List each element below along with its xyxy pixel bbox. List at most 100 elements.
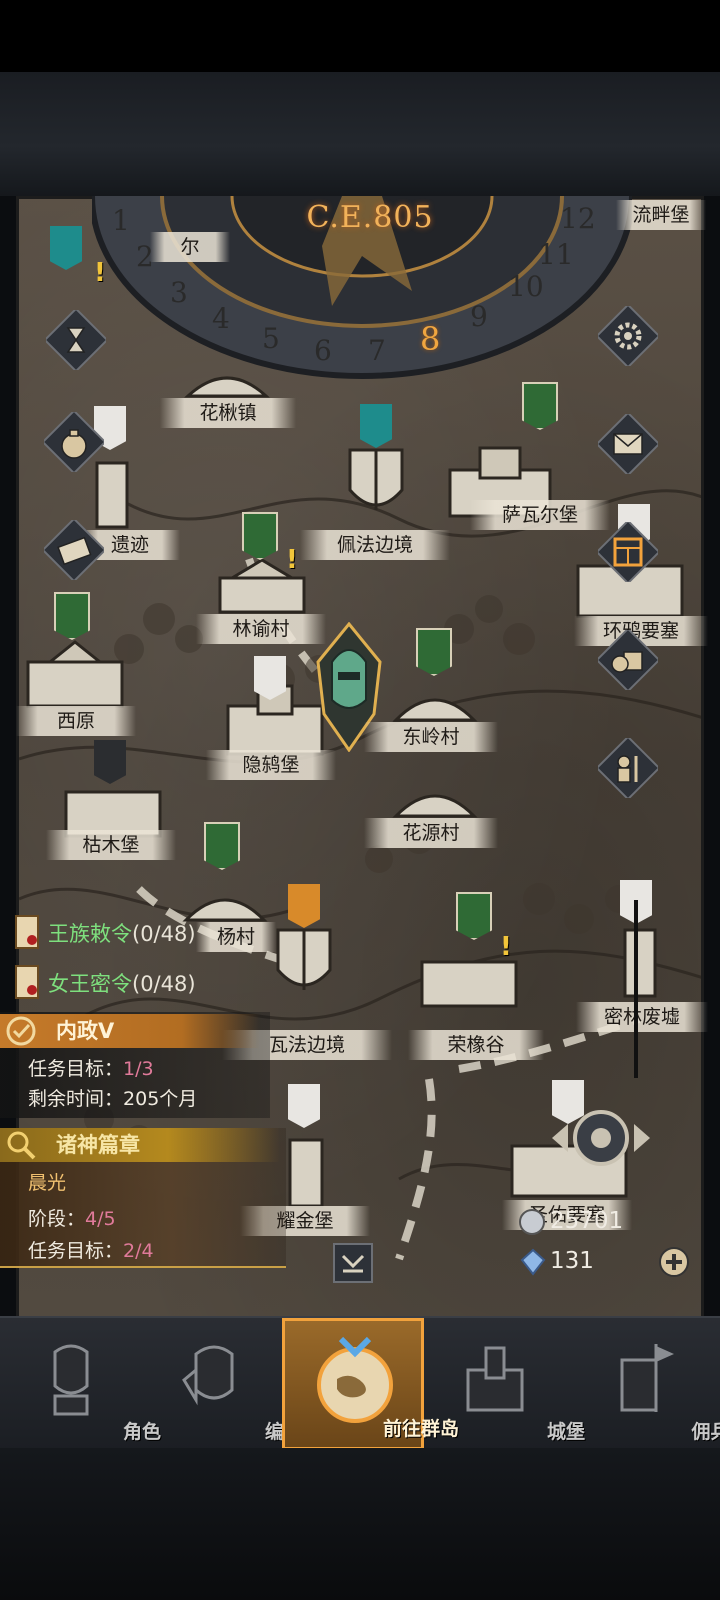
year-label: C.E.805 [306, 200, 434, 235]
formation-helmet-icon [182, 1345, 234, 1406]
border-shield-icon[interactable] [330, 440, 422, 530]
month-10[interactable]: 10 [508, 270, 544, 303]
nav-mercenary[interactable]: 佣兵团 [566, 1318, 720, 1450]
calendar-grid-icon[interactable] [598, 522, 658, 582]
top-frame [0, 72, 720, 196]
location-label[interactable]: 萨瓦尔堡 [470, 500, 610, 530]
village-icon[interactable] [390, 776, 480, 820]
faction-banner [288, 1084, 320, 1128]
money-bag-icon[interactable] [44, 412, 104, 472]
faction-banner [50, 226, 82, 270]
faction-banner [254, 656, 286, 700]
faction-banner [204, 822, 240, 870]
queen-secret-count: (0/48) [132, 972, 196, 996]
royal-decree-label: 王族敕令 [48, 922, 132, 946]
gods-target-label: 任务目标： [28, 1240, 124, 1262]
location-label[interactable]: 花源村 [364, 818, 498, 848]
domestic-target-value: 1/3 [123, 1058, 154, 1080]
gods-target: 任务目标：2/4 [28, 1236, 154, 1263]
domestic-panel-header[interactable]: 内政V [0, 1014, 260, 1048]
month-7[interactable]: 7 [368, 334, 386, 367]
queen-secret-quest[interactable]: 女王密令(0/48) [48, 968, 196, 1008]
month-1[interactable]: 1 [112, 204, 130, 237]
village-icon[interactable] [182, 360, 272, 400]
status-bar-area [0, 0, 720, 72]
mail-icon[interactable] [598, 414, 658, 474]
faction-banner [288, 884, 320, 928]
nav-character[interactable]: 角色 [0, 1318, 161, 1450]
gods-target-value: 2/4 [123, 1240, 154, 1262]
nav-formation[interactable]: 编队 [142, 1318, 303, 1450]
faction-banner [522, 382, 558, 430]
map-scrollbar[interactable] [634, 900, 638, 1078]
month-4[interactable]: 4 [212, 302, 230, 335]
gods-subtitle: 晨光 [28, 1172, 67, 1194]
location-label[interactable]: 西原 [16, 706, 136, 736]
nav-castle[interactable]: 城堡 [424, 1318, 585, 1450]
month-12[interactable]: 12 [560, 202, 596, 235]
bottom-frame [0, 1448, 720, 1600]
collapse-panel-button[interactable] [332, 1242, 374, 1284]
royal-decree-scroll-icon [15, 915, 39, 949]
silver-amount: 25701 [550, 1208, 624, 1234]
domestic-time: 剩余时间：205个月 [28, 1084, 197, 1111]
gods-chapter-header[interactable]: 诸神篇章 [0, 1128, 280, 1162]
locate-center-button[interactable] [548, 1102, 654, 1174]
hourglass-icon[interactable] [46, 310, 106, 370]
castle-icon[interactable] [20, 640, 130, 710]
tower-icon[interactable] [284, 1130, 328, 1210]
crystal-icon [520, 1248, 546, 1276]
search-magnifier-icon [7, 1131, 36, 1160]
gods-stage: 阶段：4/5 [28, 1204, 116, 1231]
gods-stage-label: 阶段： [28, 1208, 86, 1230]
month-9[interactable]: 9 [470, 300, 488, 333]
alert-icon[interactable]: ! [500, 932, 512, 962]
faction-banner [360, 404, 392, 448]
month-11[interactable]: 11 [538, 238, 574, 271]
royal-decree-quest[interactable]: 王族敕令(0/48) [48, 918, 196, 958]
gods-stage-value: 4/5 [85, 1208, 116, 1230]
alert-icon[interactable]: ! [286, 545, 298, 575]
village-icon[interactable] [390, 680, 480, 724]
knight-helmet-icon [53, 1344, 89, 1416]
location-label[interactable]: 东岭村 [364, 722, 498, 752]
location-label[interactable]: 隐鸫堡 [206, 750, 336, 780]
month-5[interactable]: 5 [262, 322, 280, 355]
location-label[interactable]: 密林废墟 [576, 1002, 708, 1032]
scroll-map-icon[interactable] [44, 520, 104, 580]
domestic-target-label: 任务目标： [28, 1058, 124, 1080]
domestic-target: 任务目标：1/3 [28, 1054, 154, 1081]
location-label[interactable]: 尔 [150, 232, 230, 262]
month-6[interactable]: 6 [314, 334, 332, 367]
queen-secret-scroll-icon [15, 965, 39, 999]
location-label[interactable]: 流畔堡 [616, 200, 706, 230]
location-label[interactable]: 花楸镇 [160, 398, 296, 428]
month-8-current[interactable]: 8 [420, 320, 440, 358]
queen-secret-label: 女王密令 [48, 972, 132, 996]
settings-gear-icon[interactable] [598, 306, 658, 366]
check-compass-icon [6, 1016, 36, 1046]
location-label[interactable]: 林谕村 [196, 614, 326, 644]
location-label[interactable]: 杨村 [196, 922, 276, 952]
mercenary-flag-icon [620, 1344, 674, 1412]
nav-archipelago[interactable]: 前往群岛 [282, 1318, 459, 1450]
month-3[interactable]: 3 [170, 276, 188, 309]
faction-banner [242, 512, 278, 560]
army-marching-icon[interactable] [598, 738, 658, 798]
tower-icon[interactable] [620, 920, 660, 1000]
royal-decree-count: (0/48) [132, 922, 196, 946]
castle-nav-icon [466, 1346, 524, 1412]
nav-mercenary-label: 佣兵团 [691, 1421, 720, 1443]
location-label[interactable]: 佩法边境 [300, 530, 450, 560]
add-currency-button[interactable] [658, 1246, 690, 1278]
compass-map-icon [317, 1336, 393, 1423]
crystal-amount: 131 [550, 1248, 594, 1274]
supply-crates-icon[interactable] [598, 630, 658, 690]
silver-coin-icon [519, 1209, 545, 1235]
faction-banner [94, 740, 126, 784]
location-label[interactable]: 荣橡谷 [408, 1030, 544, 1060]
alert-icon[interactable]: ! [94, 258, 106, 288]
faction-banner [456, 892, 492, 940]
faction-banner [54, 592, 90, 640]
location-label[interactable]: 枯木堡 [46, 830, 176, 860]
